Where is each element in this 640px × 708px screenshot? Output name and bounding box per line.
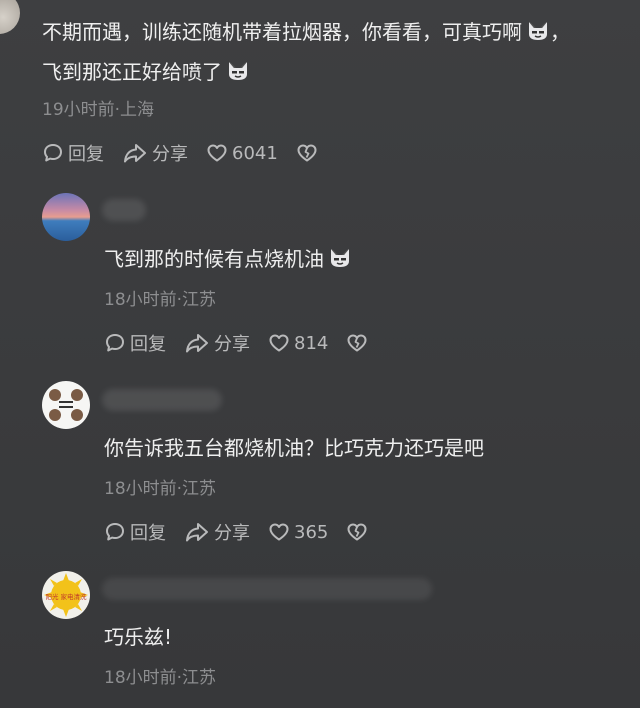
share-button[interactable]: 分享 xyxy=(184,330,250,356)
comment-bubble-icon xyxy=(44,144,62,162)
comment-actions: 回复 分享 6041 xyxy=(42,140,340,166)
reply-text: 你告诉我五台都烧机油？比巧克力还巧是吧 xyxy=(104,436,484,460)
like-count: 814 xyxy=(294,332,329,354)
username-blurred[interactable] xyxy=(102,389,222,411)
avatar[interactable] xyxy=(42,381,90,429)
share-button[interactable]: 分享 xyxy=(184,519,250,545)
heart-icon xyxy=(269,523,289,541)
dislike-button[interactable] xyxy=(346,521,372,543)
cartoon-faces-avatar-icon xyxy=(49,389,83,421)
reply-text: 飞到那的时候有点烧机油 xyxy=(104,243,352,278)
cat-emoji-icon xyxy=(226,59,250,91)
cat-emoji-icon xyxy=(328,246,352,278)
avatar[interactable]: 阳光 家电清洗 xyxy=(42,571,90,619)
broken-heart-icon xyxy=(297,144,317,162)
dislike-button[interactable] xyxy=(346,332,372,354)
like-button[interactable]: 6041 xyxy=(206,142,278,164)
broken-heart-icon xyxy=(347,334,367,352)
username-blurred[interactable] xyxy=(102,199,146,221)
username-blurred[interactable] xyxy=(102,578,432,600)
share-button[interactable]: 分享 xyxy=(122,140,188,166)
reply-button[interactable]: 回复 xyxy=(104,330,166,356)
avatar[interactable] xyxy=(42,193,90,241)
comment-meta: 19小时前·上海 xyxy=(42,100,155,120)
heart-icon xyxy=(207,144,227,162)
reply-actions: 回复 分享 814 xyxy=(104,330,390,356)
like-count: 365 xyxy=(294,521,329,543)
like-button[interactable]: 365 xyxy=(268,521,328,543)
avatar-badge-text: 阳光 家电清洗 xyxy=(45,592,87,601)
comment-text: 飞到那还正好给喷了 xyxy=(42,56,250,91)
cat-emoji-icon xyxy=(526,19,550,51)
reply-text: 巧乐兹! xyxy=(104,625,173,649)
comment-text: 不期而遇，训练还随机带着拉烟器，你看看，可真巧啊， xyxy=(42,16,570,51)
share-arrow-icon xyxy=(186,334,208,353)
reply-actions: 回复 分享 365 xyxy=(104,519,390,545)
like-count: 6041 xyxy=(232,142,278,164)
comment-bubble-icon xyxy=(106,523,124,541)
reply-button[interactable]: 回复 xyxy=(42,140,104,166)
sun-badge-icon: 阳光 家电清洗 xyxy=(44,573,88,617)
broken-heart-icon xyxy=(347,523,367,541)
share-arrow-icon xyxy=(124,144,146,163)
like-button[interactable]: 814 xyxy=(268,332,328,354)
avatar[interactable] xyxy=(0,0,20,34)
reply-button[interactable]: 回复 xyxy=(104,519,166,545)
reply-meta: 18小时前·江苏 xyxy=(104,668,217,688)
reply-meta: 18小时前·江苏 xyxy=(104,479,217,499)
comment-bubble-icon xyxy=(106,334,124,352)
reply-meta: 18小时前·江苏 xyxy=(104,290,217,310)
heart-icon xyxy=(269,334,289,352)
share-arrow-icon xyxy=(186,523,208,542)
dislike-button[interactable] xyxy=(296,142,322,164)
